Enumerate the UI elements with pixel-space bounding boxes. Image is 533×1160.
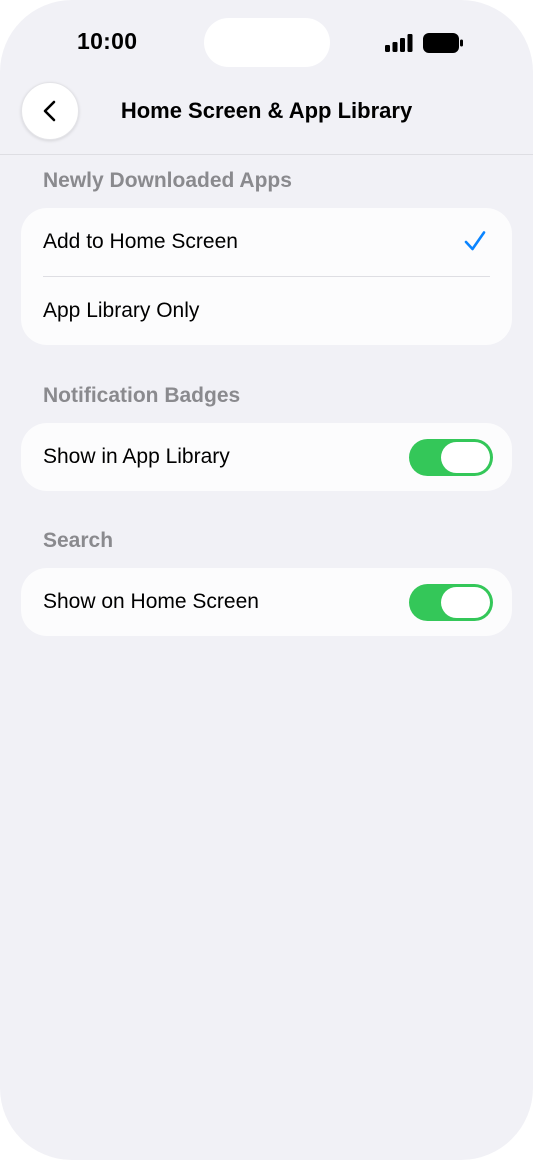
- option-app-library-only[interactable]: App Library Only: [21, 277, 512, 345]
- show-in-app-library-row: Show in App Library: [21, 423, 512, 491]
- show-on-home-screen-toggle[interactable]: [409, 584, 493, 621]
- option-label: App Library Only: [43, 299, 200, 322]
- settings-screen: 10:00 Home Screen & App Library Newly Do…: [0, 0, 533, 1160]
- search-card: Show on Home Screen: [21, 568, 512, 636]
- option-add-to-home-screen[interactable]: Add to Home Screen: [21, 208, 512, 276]
- section-header-badges: Notification Badges: [43, 384, 241, 407]
- toggle-knob: [441, 587, 490, 618]
- option-label: Add to Home Screen: [43, 230, 238, 253]
- toggle-knob: [441, 442, 490, 473]
- badges-card: Show in App Library: [21, 423, 512, 491]
- page-title: Home Screen & App Library: [120, 98, 413, 123]
- battery-icon: [423, 33, 463, 53]
- navigation-bar: Home Screen & App Library: [0, 80, 533, 155]
- downloads-card: Add to Home Screen App Library Only: [21, 208, 512, 345]
- show-in-app-library-toggle[interactable]: [409, 439, 493, 476]
- show-on-home-screen-row: Show on Home Screen: [21, 568, 512, 636]
- section-header-downloads: Newly Downloaded Apps: [43, 169, 292, 192]
- signal-icon: [385, 34, 413, 52]
- row-label: Show in App Library: [43, 445, 230, 468]
- status-time: 10:00: [77, 28, 138, 54]
- dynamic-island: [204, 18, 330, 67]
- status-bar: 10:00: [0, 0, 533, 86]
- section-header-search: Search: [43, 529, 114, 552]
- checkmark-icon: [464, 231, 486, 251]
- row-label: Show on Home Screen: [43, 590, 259, 613]
